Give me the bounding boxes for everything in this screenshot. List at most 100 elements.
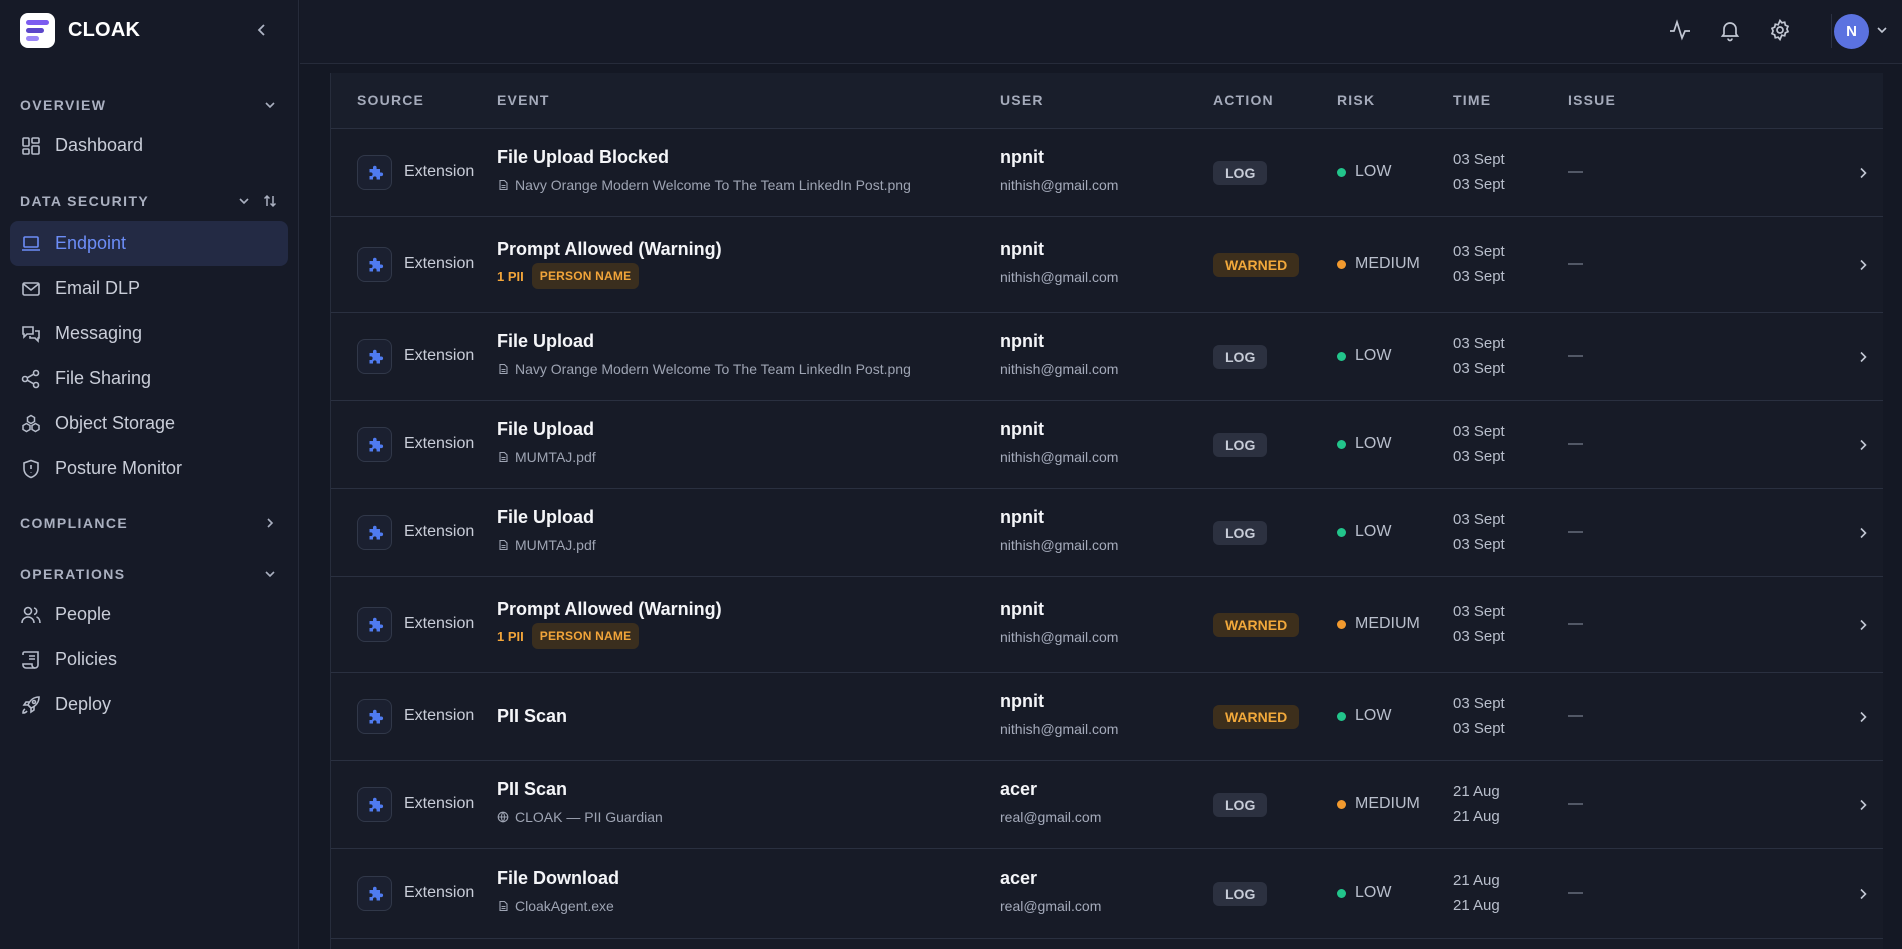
table-row[interactable]: Extension File Download CloakAgent.exe acer… (331, 849, 1883, 939)
rocket-icon (22, 695, 40, 714)
cloak-logo (20, 13, 55, 48)
chevron-right-icon[interactable] (1855, 349, 1871, 365)
table-row[interactable]: Extension PII Scan CLOAK — PII Guardian ace… (331, 761, 1883, 849)
event-title: PII Scan (497, 779, 568, 799)
chevron-down-icon (265, 571, 275, 578)
pii-count: 1 PII (497, 628, 524, 644)
user-name: npnit (1000, 419, 1044, 439)
event-title: PII Scan (497, 706, 568, 726)
action-badge: LOG (1213, 521, 1268, 545)
sidebar-item-email-dlp[interactable]: Email DLP (10, 266, 288, 311)
risk-indicator: LOW (1337, 163, 1391, 181)
event-time: 03 Sept 03 Sept (1453, 331, 1505, 381)
risk-indicator: MEDIUM (1337, 615, 1420, 633)
risk-label: MEDIUM (1355, 795, 1420, 812)
risk-label: LOW (1355, 523, 1392, 540)
scroll-icon (22, 650, 39, 669)
time-primary: 03 Sept (1453, 243, 1505, 260)
column-time[interactable]: TIME (1453, 92, 1491, 108)
event-detail-text: CloakAgent.exe (515, 898, 614, 914)
action-badge: LOG (1213, 161, 1268, 185)
risk-indicator: MEDIUM (1337, 795, 1420, 813)
pii-detail: 1 PII PERSON NAME (497, 623, 640, 649)
gear-icon[interactable] (1768, 18, 1792, 42)
sidebar-item-object-storage[interactable]: Object Storage (10, 401, 288, 446)
risk-label: LOW (1355, 347, 1392, 364)
table-row[interactable]: Extension File Upload MUMTAJ.pdf npnit nithi… (331, 401, 1883, 489)
source-label: Extension (404, 163, 475, 180)
time-secondary: 03 Sept (1453, 628, 1505, 645)
mail-icon (22, 281, 40, 296)
issue-value: — (1568, 255, 1583, 272)
time-secondary: 03 Sept (1453, 176, 1505, 193)
issue-value: — (1568, 435, 1583, 452)
sidebar-item-posture-monitor[interactable]: Posture Monitor (10, 446, 288, 491)
collapse-sidebar-icon[interactable] (252, 20, 272, 40)
chevron-right-icon[interactable] (1855, 257, 1871, 273)
chevron-down-icon[interactable] (236, 193, 252, 209)
extension-icon (357, 427, 392, 462)
activity-icon[interactable] (1668, 18, 1692, 42)
table-row[interactable]: Extension File Upload Navy Orange Modern W… (331, 313, 1883, 401)
event-detail: CloakAgent.exe (497, 898, 614, 914)
pii-tag: PERSON NAME (531, 623, 640, 649)
chevron-right-icon[interactable] (1855, 165, 1871, 181)
event-detail: MUMTAJ.pdf (497, 449, 596, 465)
column-event[interactable]: EVENT (497, 92, 550, 108)
source-label: Extension (404, 523, 475, 540)
column-risk[interactable]: RISK (1337, 92, 1375, 108)
sidebar: CLOAK OVERVIEW Dashboard DATA SECURITY E… (0, 0, 299, 949)
sidebar-item-messaging[interactable]: Messaging (10, 311, 288, 356)
event-title: Prompt Allowed (Warning) (497, 599, 722, 619)
sidebar-item-policies[interactable]: Policies (10, 637, 288, 682)
extension-icon (357, 247, 392, 282)
avatar[interactable]: N (1834, 14, 1869, 49)
extension-icon (357, 787, 392, 822)
user-name: npnit (1000, 507, 1044, 527)
column-user[interactable]: USER (1000, 92, 1044, 108)
chevron-right-icon[interactable] (1855, 797, 1871, 813)
risk-label: LOW (1355, 884, 1392, 901)
source-label: Extension (404, 615, 475, 632)
column-action[interactable]: ACTION (1213, 92, 1274, 108)
sidebar-item-deploy[interactable]: Deploy (10, 682, 288, 727)
sidebar-item-people[interactable]: People (10, 592, 288, 637)
table-row[interactable]: Extension Prompt Allowed (Warning) 1 PII PE… (331, 577, 1883, 673)
user-email: nithish@gmail.com (1000, 177, 1119, 193)
column-source[interactable]: SOURCE (357, 92, 424, 108)
time-secondary: 21 Aug (1453, 808, 1500, 825)
time-secondary: 03 Sept (1453, 268, 1505, 285)
event-detail: Navy Orange Modern Welcome To The Team L… (497, 177, 911, 193)
action-badge: WARNED (1213, 613, 1300, 637)
pii-count: 1 PII (497, 268, 524, 284)
boxes-icon (22, 414, 40, 432)
extension-icon (357, 155, 392, 190)
issue-value: — (1568, 347, 1583, 364)
table-row[interactable]: Extension File Upload Blocked Navy Orange … (331, 129, 1883, 217)
chevron-down-icon[interactable] (1874, 22, 1890, 38)
table-row[interactable]: Extension File Upload MUMTAJ.pdf npnit nithi… (331, 489, 1883, 577)
bell-icon[interactable] (1718, 18, 1742, 42)
section-operations[interactable]: OPERATIONS (0, 564, 298, 584)
chevron-right-icon[interactable] (1855, 886, 1871, 902)
column-issue[interactable]: ISSUE (1568, 92, 1616, 108)
section-overview[interactable]: OVERVIEW (0, 95, 298, 115)
sidebar-item-file-sharing[interactable]: File Sharing (10, 356, 288, 401)
issue-value: — (1568, 884, 1583, 901)
section-compliance[interactable]: COMPLIANCE (0, 513, 298, 533)
sidebar-item-endpoint[interactable]: Endpoint (10, 221, 288, 266)
chevron-right-icon[interactable] (1855, 525, 1871, 541)
action-badge: WARNED (1213, 253, 1300, 277)
chevron-right-icon[interactable] (1855, 709, 1871, 725)
chevron-right-icon[interactable] (1855, 437, 1871, 453)
chevron-right-icon[interactable] (1855, 617, 1871, 633)
user-name: npnit (1000, 599, 1044, 619)
file-icon (499, 539, 508, 551)
section-data-security[interactable]: DATA SECURITY (0, 191, 298, 211)
sidebar-item-dashboard[interactable]: Dashboard (10, 123, 288, 168)
sort-icon[interactable] (262, 193, 278, 209)
laptop-icon (22, 235, 40, 251)
table-row[interactable]: Extension PII Scan npnit nithish@gmail.com W… (331, 673, 1883, 761)
event-time: 03 Sept 03 Sept (1453, 507, 1505, 557)
table-row[interactable]: Extension Prompt Allowed (Warning) 1 PII PE… (331, 217, 1883, 313)
